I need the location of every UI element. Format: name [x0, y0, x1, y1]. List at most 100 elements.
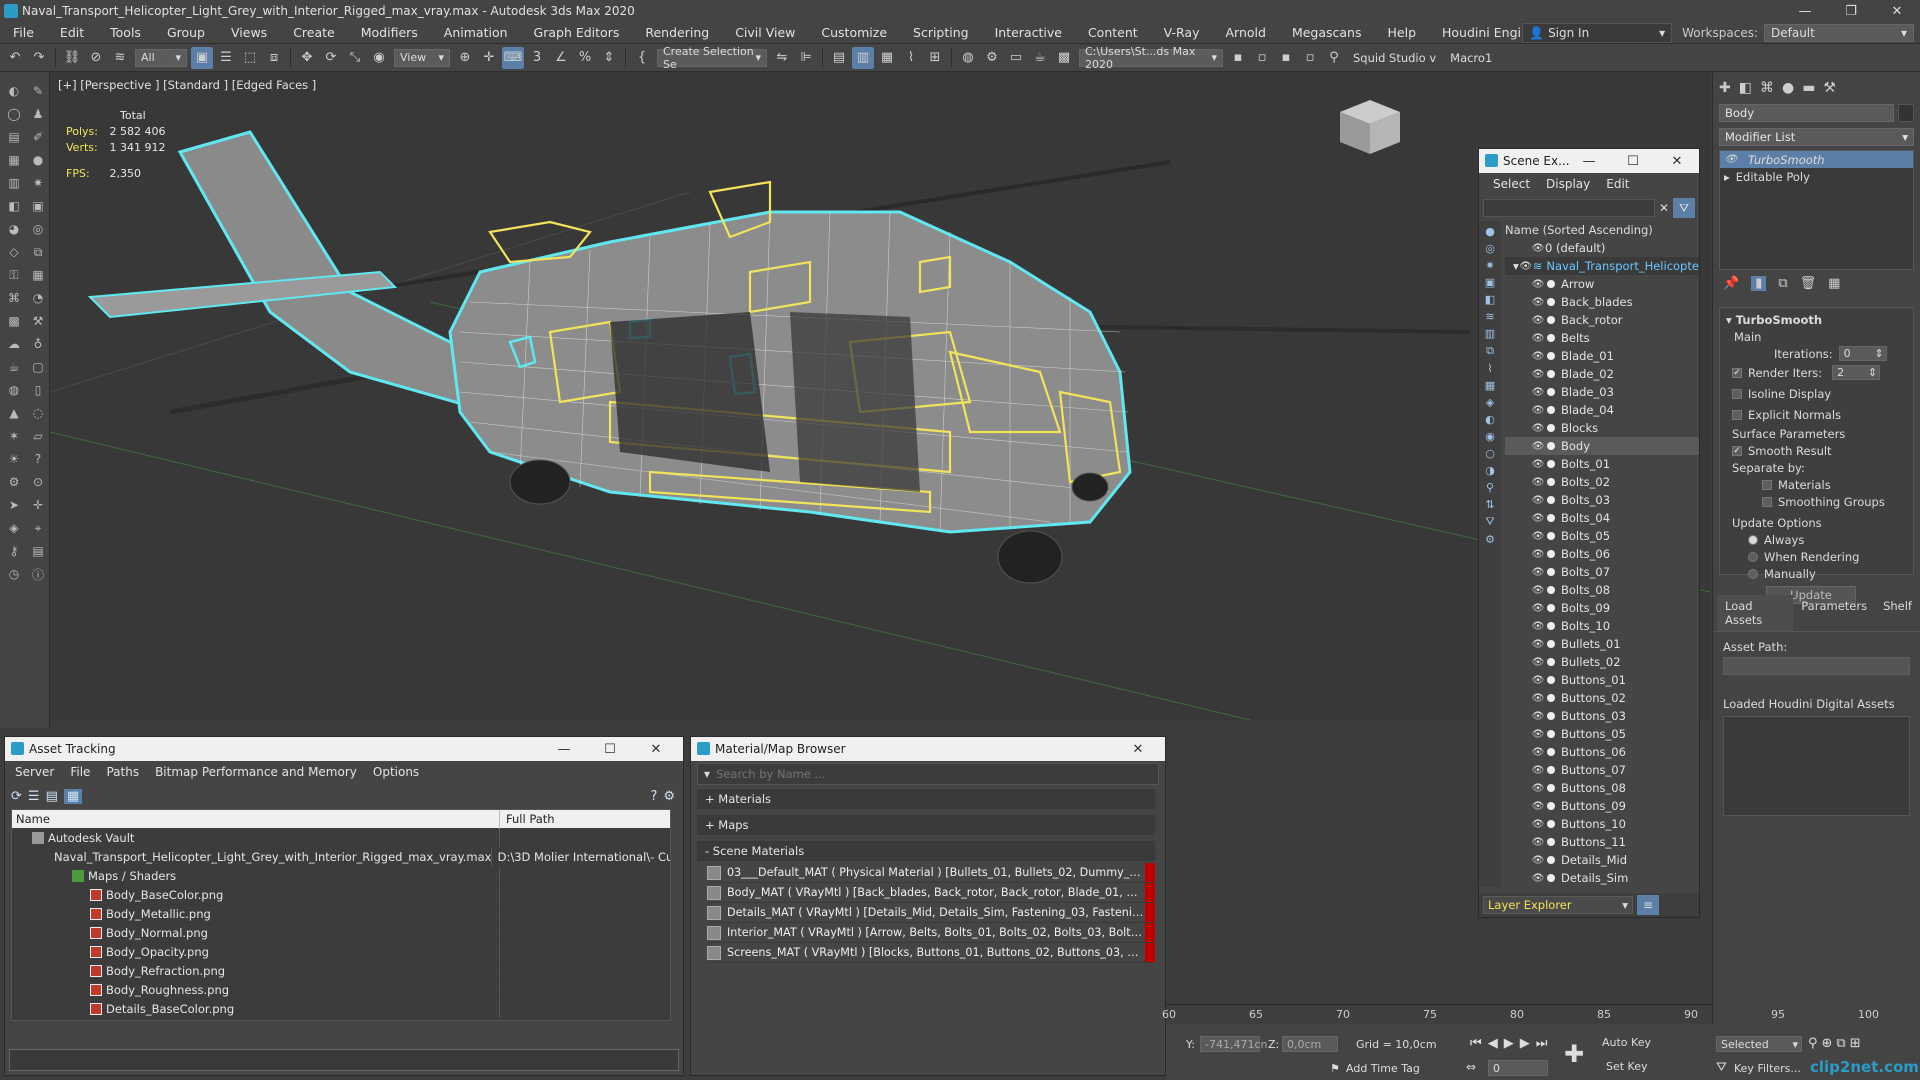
eye-icon[interactable]: 👁	[1531, 621, 1545, 632]
render-icon[interactable]: ☕	[1029, 47, 1051, 69]
schematic-view-icon[interactable]: ⊞	[924, 47, 946, 69]
z-coordinate-field[interactable]: 0,0cm	[1282, 1036, 1338, 1052]
isoline-checkbox[interactable]	[1732, 388, 1742, 399]
macro1-button[interactable]: Macro1	[1444, 51, 1498, 65]
eye-icon[interactable]: 👁	[1531, 369, 1545, 380]
timeline-ruler[interactable]: 60 65 70 75 80 85 90 95 100	[1162, 1004, 1879, 1024]
rollout-turbosmooth[interactable]: ▾ TurboSmooth	[1726, 311, 1907, 328]
object-color-swatch[interactable]	[1898, 104, 1914, 122]
scene-object-row[interactable]: 👁 Bolts_03	[1505, 491, 1699, 509]
minimize-icon[interactable]: —	[541, 737, 587, 761]
scene-object-row[interactable]: 👁 Bolts_10	[1505, 617, 1699, 635]
menu-scripting[interactable]: Scripting	[900, 25, 982, 40]
viewport-label[interactable]: [+] [Perspective ] [Standard ] [Edged Fa…	[58, 78, 316, 92]
always-radio[interactable]	[1748, 534, 1758, 545]
freeform-icon[interactable]: ✐	[28, 126, 48, 148]
link-icon[interactable]: ⛓	[61, 47, 83, 69]
spinner-arrows-icon[interactable]: ⇕	[1868, 366, 1877, 379]
pyramid-icon[interactable]: ▲	[4, 402, 24, 424]
eye-icon[interactable]: 👁	[1531, 459, 1545, 470]
scale-icon[interactable]: ⤡	[344, 47, 366, 69]
align-icon[interactable]: ⊫	[795, 47, 817, 69]
selection-icon[interactable]: ▦	[4, 149, 24, 171]
scene-object-row[interactable]: 👁 Bolts_05	[1505, 527, 1699, 545]
menu-views[interactable]: Views	[218, 25, 280, 40]
display-invert-icon[interactable]: ◑	[1485, 464, 1495, 477]
object-paint-icon-2[interactable]: ●	[28, 149, 48, 171]
viewcube-icon[interactable]	[1340, 100, 1400, 154]
film-icon[interactable]: ▤	[28, 540, 48, 562]
tube-icon[interactable]: ◌	[28, 402, 48, 424]
eye-icon[interactable]: 👁	[1531, 405, 1545, 416]
eye-icon[interactable]: 👁	[1531, 279, 1545, 290]
scene-object-row[interactable]: 👁 Bolts_04	[1505, 509, 1699, 527]
selection-filter-select[interactable]: All ▾	[135, 48, 187, 67]
unlink-icon[interactable]: ⊘	[85, 47, 107, 69]
project-save-icon[interactable]: ▪	[1275, 47, 1297, 69]
spinner-snap-icon[interactable]: ⇕	[598, 47, 620, 69]
bulb-icon[interactable]: ♁	[28, 333, 48, 355]
eye-icon[interactable]: 👁	[1531, 495, 1545, 506]
scene-search-input[interactable]	[1483, 199, 1655, 217]
bitmap-row[interactable]: Body_Refraction.png	[12, 961, 670, 981]
workspace-select[interactable]: Default ▾	[1764, 24, 1914, 42]
display-geometry-icon[interactable]: ●	[1485, 225, 1495, 238]
display-all-icon[interactable]: ◉	[1485, 430, 1495, 443]
scene-material-row[interactable]: 03___Default_MAT ( Physical Material ) […	[707, 863, 1155, 883]
hierarchy-tab-icon[interactable]: ⌘	[1760, 80, 1774, 96]
maximize-icon[interactable]: ☐	[587, 737, 633, 761]
manually-radio[interactable]	[1748, 568, 1758, 579]
scene-object-row[interactable]: 👁 Buttons_05	[1505, 725, 1699, 743]
eye-icon[interactable]: 👁	[1531, 423, 1545, 434]
scene-object-row[interactable]: 👁 Buttons_11	[1505, 833, 1699, 851]
tab-load-assets[interactable]: Load Assets	[1717, 595, 1794, 631]
tree-row[interactable]: Autodesk Vault	[12, 828, 670, 848]
find-icon[interactable]: ⚲	[1486, 481, 1494, 494]
se-menu-edit[interactable]: Edit	[1598, 177, 1637, 191]
asset-path-input[interactable]	[1723, 657, 1910, 675]
at-menu-bitmap[interactable]: Bitmap Performance and Memory	[147, 765, 365, 779]
bitmap-row[interactable]: Details_BaseColor.png	[12, 999, 670, 1019]
scene-object-row[interactable]: 👁 Back_rotor	[1505, 311, 1699, 329]
display-bones-icon[interactable]: ⌇	[1487, 362, 1492, 375]
menu-megascans[interactable]: Megascans	[1279, 25, 1375, 40]
display-spacewarps-icon[interactable]: ≋	[1485, 310, 1494, 323]
scene-object-row[interactable]: 👁 Bolts_07	[1505, 563, 1699, 581]
window-crossing-icon[interactable]: ⧈	[263, 47, 285, 69]
reference-coord-select[interactable]: View ▾	[394, 48, 450, 67]
spacewarp-icon[interactable]: ⧉	[28, 241, 48, 263]
scene-object-row[interactable]: 👁 Blocks	[1505, 419, 1699, 437]
project-open-icon[interactable]: ▫	[1251, 47, 1273, 69]
utilities-tab-icon[interactable]: ⚒	[1823, 80, 1836, 96]
add-time-tag-button[interactable]: Add Time Tag	[1346, 1062, 1420, 1075]
key-icon[interactable]: ⚷	[4, 540, 24, 562]
options-chevron-icon[interactable]: ▾	[704, 767, 710, 781]
eye-icon[interactable]: 👁	[1531, 243, 1545, 254]
eye-icon[interactable]: 👁	[1531, 873, 1545, 884]
close-icon[interactable]: ✕	[633, 737, 679, 761]
eye-icon[interactable]: 👁	[1531, 675, 1545, 686]
eye-icon[interactable]: 👁	[1531, 603, 1545, 614]
select-object-icon[interactable]: ▣	[191, 46, 213, 69]
eye-icon[interactable]: 👁	[1531, 477, 1545, 488]
bitmap-row[interactable]: Body_Roughness.png	[12, 980, 670, 1000]
scene-material-row[interactable]: Interior_MAT ( VRayMtl ) [Arrow, Belts, …	[707, 923, 1155, 943]
root-object-row[interactable]: ▾ 👁 ≋ Naval_Transport_Helicopte	[1505, 257, 1699, 275]
scene-object-row[interactable]: 👁 Buttons_07	[1505, 761, 1699, 779]
se-menu-select[interactable]: Select	[1485, 177, 1538, 191]
menu-vray[interactable]: V-Ray	[1151, 25, 1213, 40]
scene-object-row[interactable]: 👁 Details_Sim	[1505, 869, 1699, 887]
display-groups-icon[interactable]: ▥	[1485, 327, 1495, 340]
geometry-icon[interactable]: ◇	[4, 241, 24, 263]
squid-icon[interactable]: ⚲	[1323, 47, 1345, 69]
display-lights-icon[interactable]: ✷	[1485, 259, 1494, 272]
menu-modifiers[interactable]: Modifiers	[348, 25, 431, 40]
menu-file[interactable]: File	[0, 25, 47, 40]
eye-icon[interactable]: 👁	[1531, 549, 1545, 560]
eye-icon[interactable]: 👁	[1531, 747, 1545, 758]
star-icon[interactable]: ✶	[4, 425, 24, 447]
eye-icon[interactable]: 👁	[1531, 567, 1545, 578]
scene-object-row[interactable]: 👁 Bullets_01	[1505, 635, 1699, 653]
sun-icon[interactable]: ☀	[4, 448, 24, 470]
filter-icon[interactable]: ⛛	[1673, 198, 1695, 218]
